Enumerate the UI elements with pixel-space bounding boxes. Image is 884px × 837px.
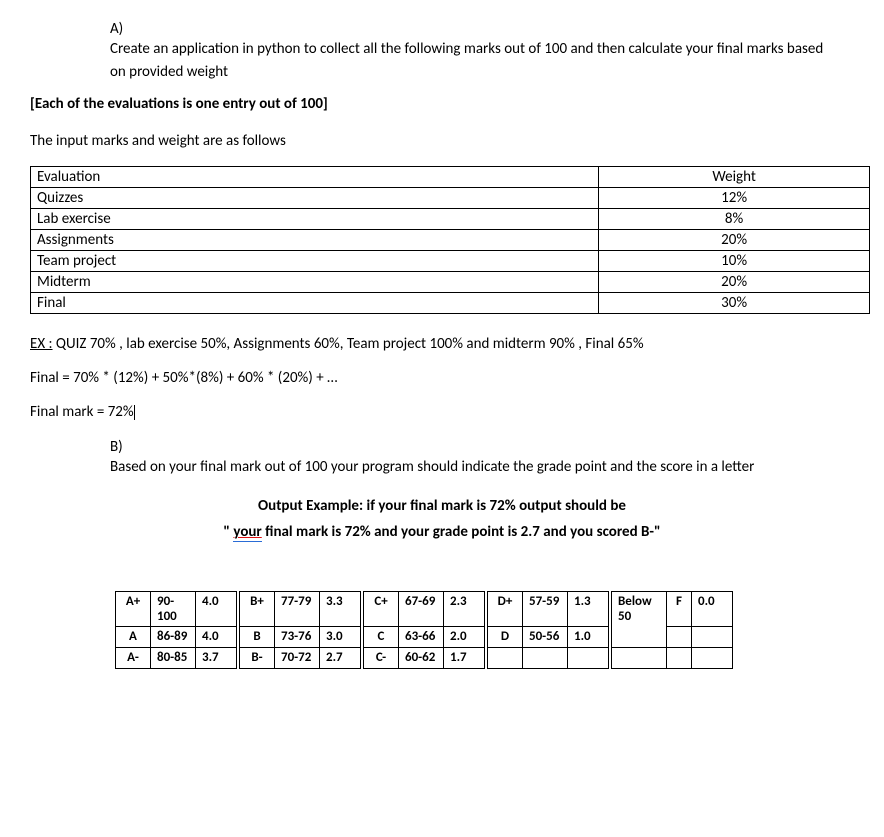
example-line: EX : QUIZ 70% , lab exercise 50%, Assign… <box>30 332 854 356</box>
grade-letter: D <box>488 626 523 647</box>
ex-text: QUIZ 70% , lab exercise 50%, Assignments… <box>53 335 644 353</box>
eval-weight: 12% <box>599 188 870 209</box>
table-row: Evaluation Weight <box>31 167 870 188</box>
grade-point <box>568 647 609 668</box>
grade-range: 80-85 <box>151 647 196 668</box>
grades-table: A+ 90-100 4.0 B+ 77-79 3.3 C+ 67-69 2.3 … <box>115 591 733 669</box>
output-example-heading: Output Example: if your final mark is 72… <box>30 497 854 515</box>
table-row: Team project 10% <box>31 251 870 272</box>
grade-range: 90-100 <box>151 591 196 626</box>
eval-weight: 20% <box>599 230 870 251</box>
grade-range: 57-59 <box>523 591 568 626</box>
grade-letter: A <box>116 626 151 647</box>
eval-name: Lab exercise <box>31 209 599 230</box>
grade-point <box>692 647 733 668</box>
grade-point: 4.0 <box>196 626 237 647</box>
grade-range: 50-56 <box>523 626 568 647</box>
grade-letter: B+ <box>240 591 275 626</box>
table-row: Assignments 20% <box>31 230 870 251</box>
grade-point: 2.7 <box>320 647 361 668</box>
grade-range: 67-69 <box>399 591 444 626</box>
grade-letter: D+ <box>488 591 523 626</box>
grade-point: 1.0 <box>568 626 609 647</box>
eval-header: Evaluation <box>31 167 599 188</box>
eval-name: Team project <box>31 251 599 272</box>
table-row: A+ 90-100 4.0 B+ 77-79 3.3 C+ 67-69 2.3 … <box>116 591 733 626</box>
grade-range: 63-66 <box>399 626 444 647</box>
intro-line: The input marks and weight are as follow… <box>30 130 854 153</box>
grade-letter <box>488 647 523 668</box>
eval-name: Midterm <box>31 272 599 293</box>
grade-letter: B <box>240 626 275 647</box>
grade-range: 73-76 <box>275 626 320 647</box>
table-row: Final 30% <box>31 293 870 314</box>
grade-point: 3.3 <box>320 591 361 626</box>
grade-letter <box>667 647 692 668</box>
grade-letter: A+ <box>116 591 151 626</box>
open-quote: " <box>223 523 233 541</box>
your-underlined: your <box>233 523 261 542</box>
grade-range <box>523 647 568 668</box>
grade-point: 0.0 <box>692 591 733 626</box>
grade-letter: F <box>667 591 692 626</box>
eval-name: Quizzes <box>31 188 599 209</box>
part-b: B) Based on your final mark out of 100 y… <box>30 438 854 479</box>
ex-label: EX : <box>30 335 53 353</box>
grade-range: 77-79 <box>275 591 320 626</box>
grade-letter <box>667 626 692 647</box>
grade-letter: C+ <box>364 591 399 626</box>
grade-letter: C <box>364 626 399 647</box>
table-row: A- 80-85 3.7 B- 70-72 2.7 C- 60-62 1.7 <box>116 647 733 668</box>
evaluation-table: Evaluation Weight Quizzes 12% Lab exerci… <box>30 166 870 314</box>
output-example-quote: " your final mark is 72% and your grade … <box>30 523 854 541</box>
example-formula: Final = 70% * (12%) + 50%*(8%) + 60% * (… <box>30 366 854 390</box>
part-a: A) Create an application in python to co… <box>30 20 854 83</box>
part-a-label: A) <box>110 20 138 38</box>
grade-point: 2.0 <box>444 626 485 647</box>
weight-header: Weight <box>599 167 870 188</box>
part-a-text: Create an application in python to colle… <box>110 38 830 83</box>
grade-point: 3.7 <box>196 647 237 668</box>
grade-letter: A- <box>116 647 151 668</box>
eval-weight: 8% <box>599 209 870 230</box>
eval-weight: 20% <box>599 272 870 293</box>
grade-range: 86-89 <box>151 626 196 647</box>
eval-weight: 30% <box>599 293 870 314</box>
example-result: Final mark = 72% <box>30 400 854 424</box>
eval-name: Final <box>31 293 599 314</box>
note-line: [Each of the evaluations is one entry ou… <box>30 93 854 116</box>
grade-point: 2.3 <box>444 591 485 626</box>
grade-point: 3.0 <box>320 626 361 647</box>
table-row: Quizzes 12% <box>31 188 870 209</box>
grade-range: 70-72 <box>275 647 320 668</box>
grade-point <box>692 626 733 647</box>
grade-below <box>612 647 667 668</box>
grade-point: 1.3 <box>568 591 609 626</box>
eval-weight: 10% <box>599 251 870 272</box>
grade-letter: B- <box>240 647 275 668</box>
grade-below: Below 50 <box>612 591 667 647</box>
part-b-label: B) <box>110 438 138 456</box>
grade-letter: C- <box>364 647 399 668</box>
grade-point: 4.0 <box>196 591 237 626</box>
table-row: Midterm 20% <box>31 272 870 293</box>
quote-rest: final mark is 72% and your grade point i… <box>262 523 661 541</box>
table-row: Lab exercise 8% <box>31 209 870 230</box>
part-b-text: Based on your final mark out of 100 your… <box>110 456 830 479</box>
grade-range: 60-62 <box>399 647 444 668</box>
eval-name: Assignments <box>31 230 599 251</box>
grade-point: 1.7 <box>444 647 485 668</box>
